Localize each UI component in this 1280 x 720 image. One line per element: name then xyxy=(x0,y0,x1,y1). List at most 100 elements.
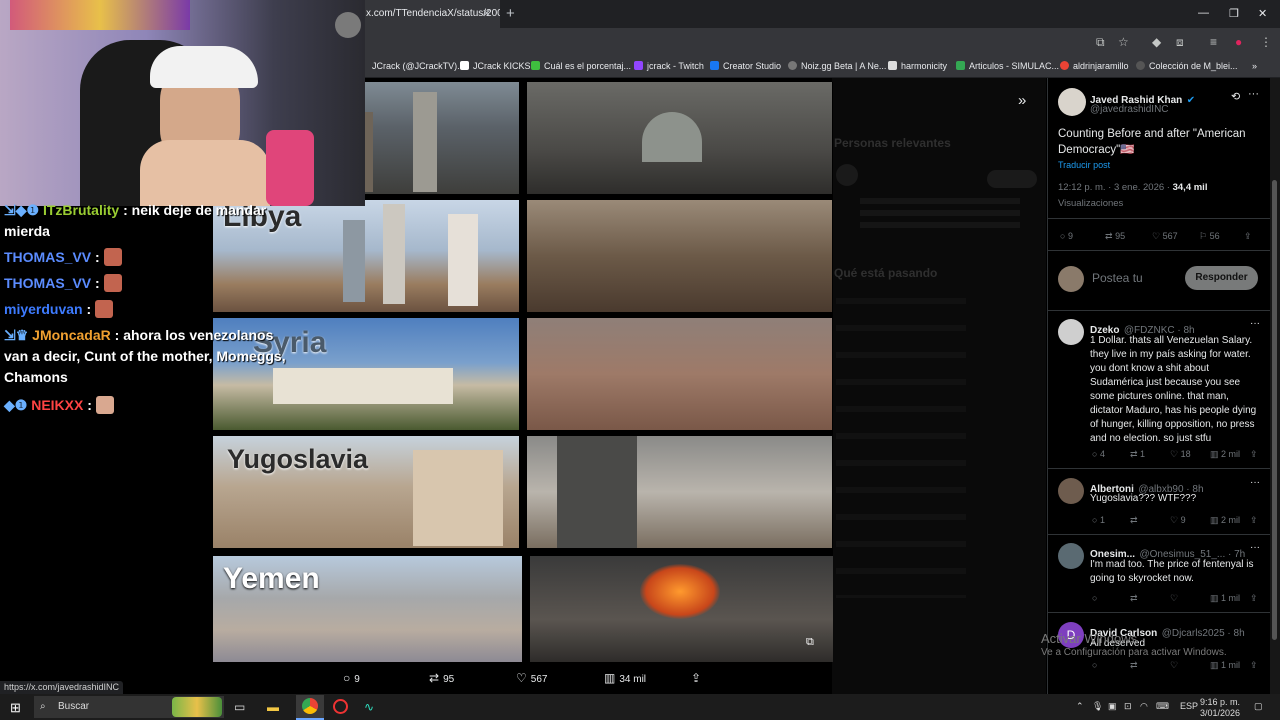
translate-link[interactable]: Traducir post xyxy=(1058,160,1110,170)
bookmark-item[interactable]: aldrinjaramillo xyxy=(1060,61,1129,71)
reply-repost-count[interactable]: ⇄ xyxy=(1130,593,1138,604)
scrollbar-thumb[interactable] xyxy=(1272,180,1277,640)
author-handle[interactable]: @javedrashidINC xyxy=(1090,104,1169,115)
restore-icon[interactable]: ❐ xyxy=(1229,7,1239,20)
close-window-icon[interactable]: ✕ xyxy=(1258,7,1267,20)
more-options-icon[interactable]: ··· xyxy=(1250,477,1260,488)
share-icon[interactable]: ⇪ xyxy=(1250,449,1258,460)
bookmark-item[interactable]: Noiz.gg Beta | A Ne... xyxy=(788,61,886,71)
new-tab-icon[interactable]: + xyxy=(506,5,515,22)
gmail-icon xyxy=(1060,61,1069,70)
noiz-icon xyxy=(788,61,797,70)
bookmark-item[interactable]: JCrack (@JCrackTV)... xyxy=(372,61,465,71)
bookmark-item[interactable]: harmonicity xyxy=(888,61,947,71)
reply-reply-count[interactable]: ○ xyxy=(1092,660,1097,670)
chrome-icon xyxy=(302,698,318,714)
bookmark-item[interactable]: Creator Studio xyxy=(710,61,781,71)
mic-icon[interactable]: 🎙 xyxy=(1092,701,1103,712)
tray-chevron-icon[interactable]: ⌃ xyxy=(1076,701,1084,712)
chat-message: THOMAS_VV : xyxy=(4,273,122,294)
post-repost-count[interactable]: ⇄ 95 xyxy=(1105,231,1125,242)
like-action[interactable]: ♡ 567 xyxy=(516,671,547,685)
language-indicator[interactable]: ESP xyxy=(1180,701,1198,711)
reply-repost-count[interactable]: ⇄ xyxy=(1130,660,1138,671)
dim-follow-button xyxy=(987,170,1037,188)
wifi-icon[interactable]: ◠ xyxy=(1140,701,1148,712)
more-options-icon[interactable]: ··· xyxy=(1250,318,1260,329)
reply-reply-count[interactable]: ○ 1 xyxy=(1092,515,1105,525)
tray-app-icon[interactable]: ▣ xyxy=(1108,701,1117,712)
close-tab-icon[interactable]: ✕ xyxy=(482,7,491,20)
reply-like-count[interactable]: ♡ 18 xyxy=(1170,449,1191,460)
bookmark-star-icon[interactable]: ☆ xyxy=(1118,35,1129,49)
share-icon[interactable]: ⇪ xyxy=(1244,231,1252,242)
share-icon[interactable]: ⇪ xyxy=(1250,660,1258,671)
photo-ruins-mosque xyxy=(527,82,832,194)
share-action[interactable]: ⇪ xyxy=(691,671,705,685)
keyboard-icon[interactable]: ⌨ xyxy=(1156,701,1169,712)
repost-action[interactable]: ⇄ 95 xyxy=(429,671,454,685)
bookmark-item[interactable]: jcrack - Twitch xyxy=(634,61,704,71)
reply-input[interactable]: Postea tu xyxy=(1092,271,1143,285)
reply-like-count[interactable]: ♡ 9 xyxy=(1170,515,1186,526)
photo-yemen-before: Yemen xyxy=(213,556,522,662)
reply-repost-count[interactable]: ⇄ xyxy=(1130,515,1138,526)
expand-panel-icon[interactable]: » xyxy=(1018,92,1026,109)
file-explorer-icon[interactable]: ▬ xyxy=(267,700,279,714)
media-control-icon[interactable]: ≡ xyxy=(1210,35,1217,49)
reply-repost-count[interactable]: ⇄ 1 xyxy=(1130,449,1145,460)
grok-icon[interactable]: ⟲ xyxy=(1231,90,1240,103)
task-view-icon[interactable]: ▭ xyxy=(234,700,245,714)
bookmark-item[interactable]: Cuál es el porcentaj... xyxy=(531,61,631,71)
reply-views-count[interactable]: ▥ 1 mil xyxy=(1210,593,1240,604)
more-options-icon[interactable]: ··· xyxy=(1248,88,1259,100)
bookmark-item[interactable]: Colección de M_blei... xyxy=(1136,61,1238,71)
extension-icon[interactable]: ◆ xyxy=(1152,35,1161,49)
install-app-icon[interactable]: ⧉ xyxy=(1096,35,1105,50)
browser-tab[interactable]: x.com/TTendenciaX/status/200 xyxy=(360,0,500,28)
image-options-icon[interactable]: ⧉ xyxy=(806,636,814,649)
bookmark-item[interactable]: Articulos - SIMULAC... xyxy=(956,61,1059,71)
harmonicity-icon xyxy=(888,61,897,70)
post-reply-count[interactable]: ○ 9 xyxy=(1060,231,1073,241)
profile-icon[interactable]: ● xyxy=(1235,35,1242,49)
post-like-count[interactable]: ♡ 567 xyxy=(1152,231,1178,242)
notifications-icon[interactable]: ▢ xyxy=(1254,701,1263,712)
views-action[interactable]: ▥ 34 mil xyxy=(604,671,646,685)
share-icon[interactable]: ⇪ xyxy=(1250,593,1258,604)
share-icon[interactable]: ⇪ xyxy=(1250,515,1258,526)
reply-reply-count[interactable]: ○ xyxy=(1092,593,1097,603)
menu-kebab-icon[interactable]: ⋮ xyxy=(1260,35,1272,49)
tab-title: x.com/TTendenciaX/status/200 xyxy=(366,8,500,19)
extensions-puzzle-icon[interactable]: ⧈ xyxy=(1176,35,1184,50)
reply-views-count[interactable]: ▥ 2 mil xyxy=(1210,449,1240,460)
reply-button[interactable]: Responder xyxy=(1185,266,1258,290)
reply-avatar[interactable] xyxy=(1058,478,1084,504)
chat-message: ⇲◆❶ ITzBrutality : neik deje de mandar m… xyxy=(4,202,267,239)
search-highlight-icon[interactable] xyxy=(172,697,222,717)
more-options-icon[interactable]: ··· xyxy=(1250,542,1260,553)
reply-like-count[interactable]: ♡ xyxy=(1170,660,1178,671)
reply-views-count[interactable]: ▥ 1 mil xyxy=(1210,660,1240,671)
post-panel: Javed Rashid Khan ✔ @javedrashidINC ⟲ ··… xyxy=(1047,78,1270,694)
reply-avatar[interactable] xyxy=(1058,319,1084,345)
chat-message: THOMAS_VV : xyxy=(4,247,122,268)
post-text: Counting Before and after "American Demo… xyxy=(1058,128,1246,156)
bookmark-item[interactable]: JCrack KICKS xyxy=(460,61,531,71)
tray-app-icon[interactable]: ⊡ xyxy=(1124,701,1132,712)
windows-start-icon[interactable]: ⊞ xyxy=(10,700,21,716)
post-bookmark-count[interactable]: ⚐ 56 xyxy=(1199,231,1220,242)
obs-icon[interactable] xyxy=(333,699,348,714)
post-timestamp: 12:12 p. m. · 3 ene. 2026 · 34,4 mil xyxy=(1058,182,1208,193)
twitch-icon xyxy=(634,61,643,70)
more-bookmarks-icon[interactable]: » xyxy=(1252,61,1257,71)
reply-action[interactable]: ○ 9 xyxy=(343,671,360,685)
author-avatar[interactable] xyxy=(1058,88,1086,116)
reply-views-count[interactable]: ▥ 2 mil xyxy=(1210,515,1240,526)
app-icon[interactable]: ∿ xyxy=(364,700,374,714)
reply-avatar[interactable] xyxy=(1058,543,1084,569)
reply-reply-count[interactable]: ○ 4 xyxy=(1092,449,1105,459)
reply-like-count[interactable]: ♡ xyxy=(1170,593,1178,604)
minimize-icon[interactable]: — xyxy=(1198,7,1209,19)
clock[interactable]: 9:16 p. m. 3/01/2026 xyxy=(1198,697,1240,719)
